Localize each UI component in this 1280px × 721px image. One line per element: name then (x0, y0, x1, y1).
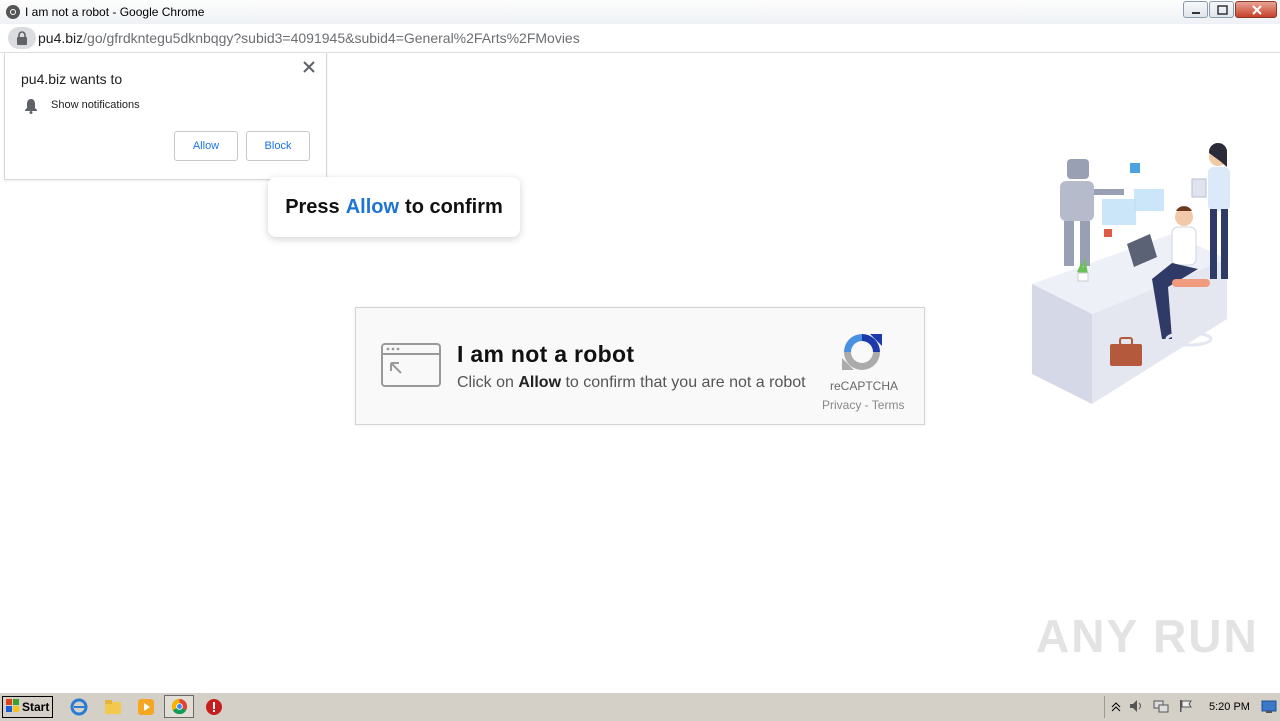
start-label: Start (22, 700, 50, 714)
stop-sign-icon[interactable] (205, 698, 223, 716)
notification-permission-prompt: pu4.biz wants to Show notifications Allo… (4, 53, 327, 180)
volume-icon[interactable] (1129, 699, 1145, 718)
file-explorer-icon[interactable] (104, 698, 122, 716)
anyrun-watermark: ANY RUN (1036, 610, 1259, 662)
captcha-sub-prefix: Click on (457, 374, 514, 391)
browser-window-icon (381, 343, 441, 392)
url-path: /go/gfrdkntegu5dknbqgy?subid3=4091945&su… (83, 30, 580, 46)
action-center-flag-icon[interactable] (1179, 699, 1193, 718)
captcha-heading: I am not a robot (457, 341, 635, 367)
window-title: I am not a robot - Google Chrome (25, 5, 205, 19)
fake-recaptcha-box[interactable]: I am not a robot Click on Allow to confi… (355, 307, 925, 425)
captcha-sub-suffix: to confirm that you are not a robot (565, 374, 806, 391)
clock[interactable]: 5:20 PM (1209, 701, 1250, 713)
press-suffix: to confirm (405, 195, 503, 218)
media-player-icon[interactable] (137, 698, 155, 716)
start-button[interactable]: Start (2, 696, 53, 718)
windows-logo-icon (6, 698, 20, 716)
address-bar[interactable]: pu4.biz/go/gfrdkntegu5dknbqgy?subid3=409… (0, 24, 1280, 53)
maximize-button[interactable] (1209, 1, 1234, 18)
press-prefix: Press (285, 195, 340, 218)
system-tray: 5:20 PM (1104, 696, 1280, 718)
site-info-button[interactable] (8, 27, 36, 49)
chrome-taskbar-button[interactable] (164, 695, 194, 718)
show-hidden-icons-icon[interactable] (1111, 700, 1121, 718)
window-titlebar: I am not a robot - Google Chrome (0, 0, 1280, 25)
recaptcha-links[interactable]: Privacy - Terms (822, 398, 904, 412)
internet-explorer-icon[interactable] (70, 698, 88, 716)
prompt-origin: pu4.biz wants to (21, 71, 123, 87)
url-text[interactable]: pu4.biz/go/gfrdkntegu5dknbqgy?subid3=409… (38, 30, 580, 46)
network-icon[interactable] (1153, 699, 1169, 718)
chrome-app-icon (5, 4, 21, 20)
close-icon[interactable] (302, 60, 316, 74)
recaptcha-logo-icon (840, 330, 884, 379)
close-window-button[interactable] (1235, 1, 1277, 18)
bell-icon (24, 98, 38, 119)
minimize-button[interactable] (1183, 1, 1208, 18)
chrome-icon (171, 698, 188, 720)
lock-icon (17, 31, 27, 45)
show-desktop-icon[interactable] (1261, 700, 1277, 719)
block-button[interactable]: Block (246, 131, 310, 161)
url-host: pu4.biz (38, 30, 84, 46)
allow-button[interactable]: Allow (174, 131, 238, 161)
office-robot-illustration (1022, 139, 1252, 409)
press-highlight: Allow (345, 195, 400, 218)
permission-item-label: Show notifications (51, 99, 140, 111)
recaptcha-brand: reCAPTCHA (830, 379, 899, 393)
press-allow-bubble: Press Allow to confirm (268, 177, 520, 237)
taskbar: Start 5:20 PM (0, 692, 1280, 721)
captcha-sub-bold: Allow (518, 374, 562, 391)
captcha-subtext: Click on Allow to confirm that you are n… (457, 374, 806, 392)
page-content: pu4.biz wants to Show notifications Allo… (0, 53, 1280, 689)
